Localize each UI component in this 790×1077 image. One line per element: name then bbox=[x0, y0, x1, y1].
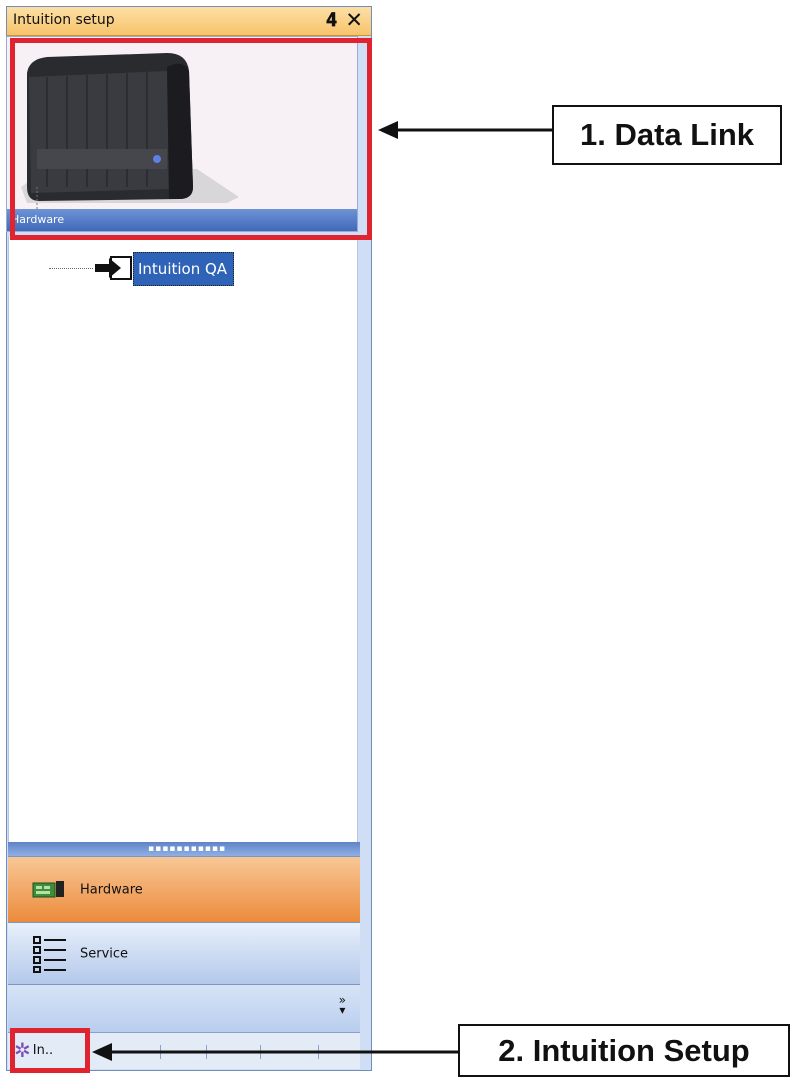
tab-placeholder[interactable] bbox=[166, 1045, 207, 1059]
nav-service-label: Service bbox=[80, 946, 129, 961]
nav-hardware-button[interactable]: Hardware bbox=[8, 856, 360, 922]
panel-title-bar: Intuition setup 𝟒 ✕ bbox=[7, 7, 371, 36]
hardware-preview[interactable]: Hardware bbox=[6, 36, 358, 232]
panel-title: Intuition setup bbox=[13, 12, 115, 28]
list-icon bbox=[33, 936, 66, 973]
nav-overflow-bar: » ▾ bbox=[8, 984, 360, 1032]
tab-intuition-setup[interactable]: ✲ In.. bbox=[14, 1035, 53, 1065]
tab-placeholder[interactable] bbox=[120, 1045, 161, 1059]
bottom-tab-strip: ✲ In.. bbox=[8, 1032, 360, 1069]
pin-icon[interactable]: 𝟒 bbox=[326, 9, 337, 31]
navigation-tree: Intuition QA bbox=[8, 236, 358, 846]
nav-service-button[interactable]: Service bbox=[8, 922, 360, 984]
data-link-icon[interactable] bbox=[93, 256, 133, 280]
tab-placeholder[interactable] bbox=[220, 1045, 261, 1059]
chevron-double-down-icon[interactable]: » ▾ bbox=[339, 994, 346, 1016]
hardware-icon bbox=[32, 881, 64, 898]
tree-node-intuition-qa[interactable]: Intuition QA bbox=[133, 252, 235, 286]
tree-connector bbox=[49, 268, 93, 269]
device-image bbox=[7, 37, 357, 211]
splitter-grip-icon: ▪▪▪▪▪▪▪▪▪▪▪ bbox=[148, 844, 227, 854]
panel-splitter[interactable]: ▪▪▪▪▪▪▪▪▪▪▪ bbox=[8, 842, 360, 856]
callout-data-link: 1. Data Link bbox=[552, 105, 782, 165]
gear-icon: ✲ bbox=[14, 1038, 31, 1062]
tab-placeholder[interactable] bbox=[278, 1045, 319, 1059]
preview-caption: Hardware bbox=[7, 209, 357, 231]
tab-intuition-setup-label: In.. bbox=[32, 1042, 54, 1058]
nav-hardware-label: Hardware bbox=[80, 882, 143, 897]
close-icon[interactable]: ✕ bbox=[345, 8, 363, 32]
callout-intuition-setup: 2. Intuition Setup bbox=[458, 1024, 790, 1077]
